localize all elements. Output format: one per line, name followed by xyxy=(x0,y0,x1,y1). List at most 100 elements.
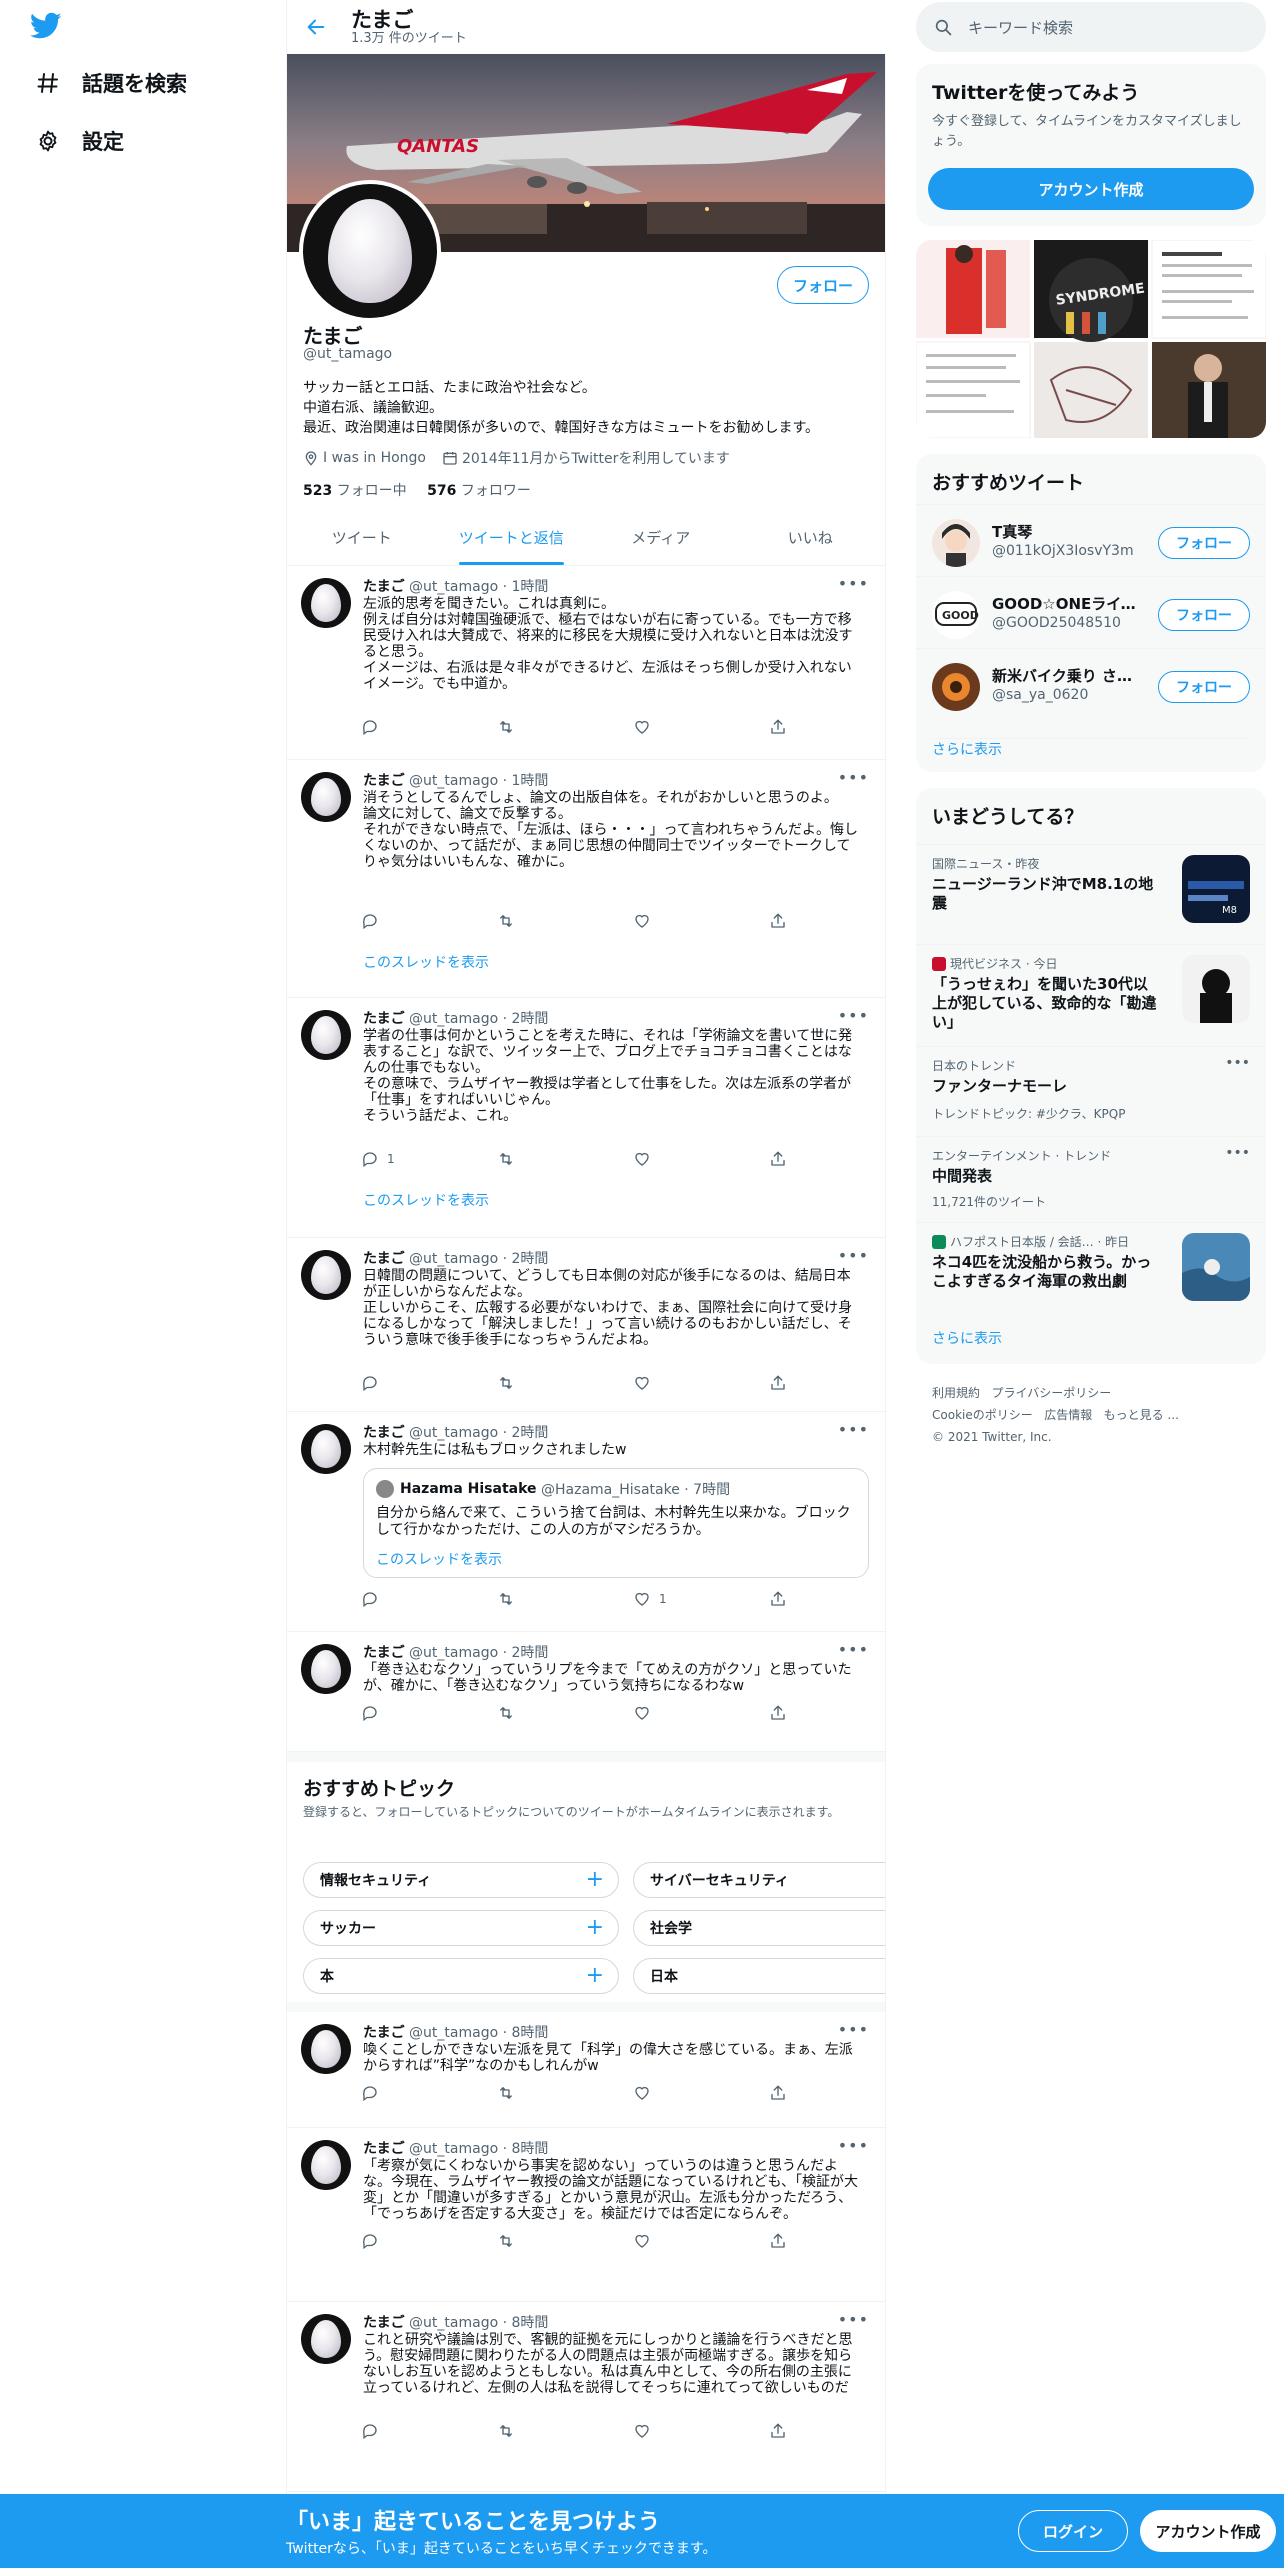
tweet-meta[interactable]: @ut_tamago · 2時間 xyxy=(409,1011,548,1027)
retweet-button[interactable] xyxy=(497,2232,523,2250)
avatar[interactable] xyxy=(301,1250,351,1300)
show-thread-link[interactable]: このスレッドを表示 xyxy=(363,952,489,972)
retweet-button[interactable] xyxy=(497,718,523,736)
like-button[interactable] xyxy=(633,912,659,930)
profile-avatar[interactable] xyxy=(299,180,441,322)
tweet-author[interactable]: たまご xyxy=(363,773,405,789)
avatar[interactable] xyxy=(301,2314,351,2364)
avatar[interactable] xyxy=(932,519,980,567)
tweet[interactable]: たまご @ut_tamago · 2時間 ••• 「巻き込むなクソ」っていうリプを今… xyxy=(287,1632,885,1752)
media-grid[interactable]: SYNDROME xyxy=(916,240,1266,438)
tweet-meta[interactable]: @ut_tamago · 2時間 xyxy=(409,1251,548,1267)
tweet-author[interactable]: たまご xyxy=(363,1425,405,1441)
search-box[interactable]: キーワード検索 xyxy=(916,2,1266,52)
plus-icon[interactable]: + xyxy=(586,1867,604,1892)
avatar[interactable] xyxy=(301,1010,351,1060)
follow-button[interactable]: フォロー xyxy=(1158,671,1250,703)
share-button[interactable] xyxy=(769,912,787,930)
more-options-icon[interactable]: ••• xyxy=(838,1420,869,1439)
retweet-button[interactable] xyxy=(497,1150,523,1168)
retweet-button[interactable] xyxy=(497,1590,523,1608)
like-button[interactable]: 1 xyxy=(633,1590,667,1608)
tweet-meta[interactable]: @ut_tamago · 1時間 xyxy=(409,773,548,789)
share-button[interactable] xyxy=(769,2232,787,2250)
tweet-meta[interactable]: @ut_tamago · 1時間 xyxy=(409,579,548,595)
avatar[interactable] xyxy=(301,1424,351,1474)
retweet-button[interactable] xyxy=(497,2084,523,2102)
footer-link[interactable]: もっと見る ... xyxy=(1104,1408,1179,1422)
more-options-icon[interactable]: ••• xyxy=(1225,1055,1250,1071)
reply-button[interactable]: 1 xyxy=(361,1150,395,1168)
follow-button[interactable]: フォロー xyxy=(777,266,869,304)
avatar[interactable] xyxy=(301,772,351,822)
topic-pill[interactable]: 情報セキュリティ + xyxy=(303,1862,619,1898)
tweet-meta[interactable]: @ut_tamago · 2時間 xyxy=(409,1425,548,1441)
retweet-button[interactable] xyxy=(497,912,523,930)
share-button[interactable] xyxy=(769,1590,787,1608)
nav-settings[interactable]: 設定 xyxy=(0,112,250,170)
recommended-user[interactable]: T真琴 @011kOjX3IosvY3m フォロー xyxy=(916,504,1266,576)
like-button[interactable] xyxy=(633,1150,659,1168)
tweet-author[interactable]: たまご xyxy=(363,2141,405,2157)
avatar[interactable] xyxy=(301,578,351,628)
plus-icon[interactable]: + xyxy=(586,1915,604,1940)
trend-item[interactable]: 国際ニュース・昨夜 ニュージーランド沖でM8.1の地震 M8 xyxy=(916,844,1266,944)
like-button[interactable] xyxy=(633,1374,659,1392)
topic-pill[interactable]: 社会学 xyxy=(633,1910,885,1946)
recommended-user[interactable]: 新米バイク乗り さぁ… @sa_ya_0620 フォロー xyxy=(916,648,1266,720)
like-button[interactable] xyxy=(633,2232,659,2250)
tweet[interactable]: たまご @ut_tamago · 8時間 ••• 喚くことしかできない左派を見て「科… xyxy=(287,2012,885,2128)
reply-button[interactable] xyxy=(361,1374,387,1392)
like-button[interactable] xyxy=(633,2084,659,2102)
following-link[interactable]: 523 フォロー中 xyxy=(303,483,407,499)
more-options-icon[interactable]: ••• xyxy=(838,768,869,787)
reply-button[interactable] xyxy=(361,2232,387,2250)
show-thread-link[interactable]: このスレッドを表示 xyxy=(363,1190,489,1210)
recommended-user[interactable]: GOOD GOOD☆ONEライダー… @GOOD25048510 フォロー xyxy=(916,576,1266,648)
footer-link[interactable]: 利用規約 xyxy=(932,1386,980,1400)
login-button[interactable]: ログイン xyxy=(1018,2510,1128,2552)
create-account-button[interactable]: アカウント作成 xyxy=(928,168,1254,210)
topic-pill[interactable]: 本 + xyxy=(303,1958,619,1994)
reply-button[interactable] xyxy=(361,912,387,930)
footer-link[interactable]: Cookieのポリシー xyxy=(932,1408,1033,1422)
tweet-author[interactable]: たまご xyxy=(363,579,405,595)
trend-item[interactable]: 現代ビジネス · 今日 「うっせぇわ」を聞いた30代以上が犯している、致命的な「… xyxy=(916,944,1266,1046)
retweet-button[interactable] xyxy=(497,2422,523,2440)
topic-pill[interactable]: サイバーセキュリティ xyxy=(633,1862,885,1898)
topic-pill[interactable]: 日本 xyxy=(633,1958,885,1994)
tweet[interactable]: たまご @ut_tamago · 1時間 ••• 消そうとしてるんでしょ、論文の出版… xyxy=(287,760,885,998)
tab-media[interactable]: メディア xyxy=(586,510,736,565)
tweet-meta[interactable]: @ut_tamago · 8時間 xyxy=(409,2315,548,2331)
share-button[interactable] xyxy=(769,1374,787,1392)
share-button[interactable] xyxy=(769,2422,787,2440)
tweet-author[interactable]: たまご xyxy=(363,1251,405,1267)
reply-button[interactable] xyxy=(361,718,387,736)
share-button[interactable] xyxy=(769,1704,787,1722)
more-options-icon[interactable]: ••• xyxy=(838,2020,869,2039)
reply-button[interactable] xyxy=(361,1704,387,1722)
avatar[interactable] xyxy=(301,1644,351,1694)
show-more-trends-link[interactable]: さらに表示 xyxy=(932,1328,1002,1348)
show-thread-link[interactable]: このスレッドを表示 xyxy=(376,1549,502,1569)
tweet[interactable]: たまご @ut_tamago · 8時間 ••• 「考察が気にくわないから事実を認め… xyxy=(287,2128,885,2302)
quoted-tweet[interactable]: Hazama Hisatake @Hazama_Hisatake · 7時間 自分… xyxy=(363,1468,869,1578)
like-button[interactable] xyxy=(633,2422,659,2440)
more-options-icon[interactable]: ••• xyxy=(838,574,869,593)
back-arrow-icon[interactable] xyxy=(305,16,327,38)
twitter-logo-icon[interactable] xyxy=(29,12,62,44)
more-options-icon[interactable]: ••• xyxy=(838,2310,869,2329)
tweet[interactable]: たまご @ut_tamago · 8時間 ••• これと研究や議論は別で、客観的証拠… xyxy=(287,2302,885,2492)
tweet[interactable]: たまご @ut_tamago · 2時間 ••• 日韓間の問題について、どうしても日… xyxy=(287,1238,885,1412)
tweet[interactable]: たまご @ut_tamago · 1時間 ••• 左派的思考を聞きたい。これは真剣に… xyxy=(287,566,885,760)
tweet-author[interactable]: たまご xyxy=(363,2025,405,2041)
reply-button[interactable] xyxy=(361,1590,387,1608)
tweet-meta[interactable]: @ut_tamago · 8時間 xyxy=(409,2141,548,2157)
share-button[interactable] xyxy=(769,2084,787,2102)
nav-explore[interactable]: 話題を検索 xyxy=(0,54,250,112)
trend-item[interactable]: 日本のトレンド ••• ファンターナモーレ トレンドトピック: #少クラ、KPQ… xyxy=(916,1046,1266,1136)
tweet[interactable]: たまご @ut_tamago · 2時間 ••• 木村幹先生には私もブロックされまし… xyxy=(287,1412,885,1632)
trend-item[interactable]: ハフポスト日本版 / 会話… · 昨日 ネコ4匹を沈没船から救う。かっこよすぎる… xyxy=(916,1222,1266,1312)
tweet-meta[interactable]: @ut_tamago · 8時間 xyxy=(409,2025,548,2041)
more-options-icon[interactable]: ••• xyxy=(838,1006,869,1025)
